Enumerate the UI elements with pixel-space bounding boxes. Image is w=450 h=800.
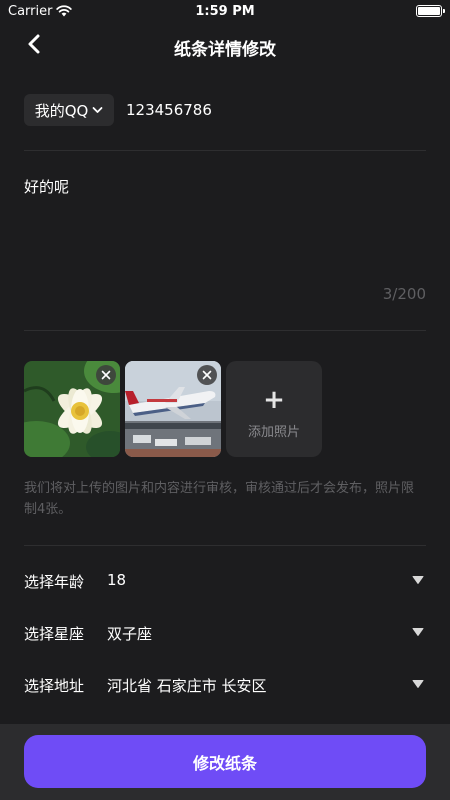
contact-type-select[interactable]: 我的QQ [24, 94, 114, 126]
photo-thumbnail[interactable] [24, 361, 120, 457]
caret-down-icon [412, 628, 424, 636]
review-notice: 我们将对上传的图片和内容进行审核，审核通过后才会发布，照片限制4张。 [24, 481, 415, 517]
contact-input[interactable]: 123456786 [126, 101, 212, 119]
battery-icon [416, 5, 445, 17]
contact-type-label: 我的QQ [34, 101, 89, 120]
select-label: 选择地址 [24, 677, 85, 695]
caret-down-icon [412, 680, 424, 688]
add-photo-button[interactable]: + 添加照片 [226, 361, 322, 457]
remove-photo-button[interactable] [197, 365, 217, 385]
photo-thumbnail[interactable] [125, 361, 221, 457]
status-bar: Carrier 1:59 PM [0, 0, 450, 24]
close-icon [202, 370, 212, 380]
address-select[interactable]: 选择地址 河北省 石家庄市 长安区 [24, 670, 426, 700]
select-label: 选择星座 [24, 625, 85, 643]
page-title: 纸条详情修改 [174, 40, 276, 60]
divider [24, 330, 426, 331]
age-select[interactable]: 选择年龄 18 [24, 566, 426, 596]
note-textarea[interactable]: 好的呢 [24, 176, 69, 197]
caret-down-icon [412, 576, 424, 584]
close-icon [101, 370, 111, 380]
char-count: 3/200 [382, 285, 426, 303]
add-photo-label: 添加照片 [247, 425, 300, 440]
status-time: 1:59 PM [195, 4, 255, 19]
select-value: 河北省 石家庄市 长安区 [107, 677, 267, 695]
zodiac-select[interactable]: 选择星座 双子座 [24, 618, 426, 648]
plus-icon: + [263, 385, 285, 415]
divider [24, 150, 426, 151]
divider [24, 545, 426, 546]
select-value: 18 [107, 571, 127, 589]
screen: Carrier 1:59 PM 纸条详情修改 我的QQ 123456786 好的… [0, 0, 450, 800]
chevron-down-icon [92, 107, 103, 113]
submit-button[interactable]: 修改纸条 [24, 735, 426, 788]
select-label: 选择年龄 [24, 573, 85, 591]
select-value: 双子座 [107, 625, 153, 643]
remove-photo-button[interactable] [96, 365, 116, 385]
